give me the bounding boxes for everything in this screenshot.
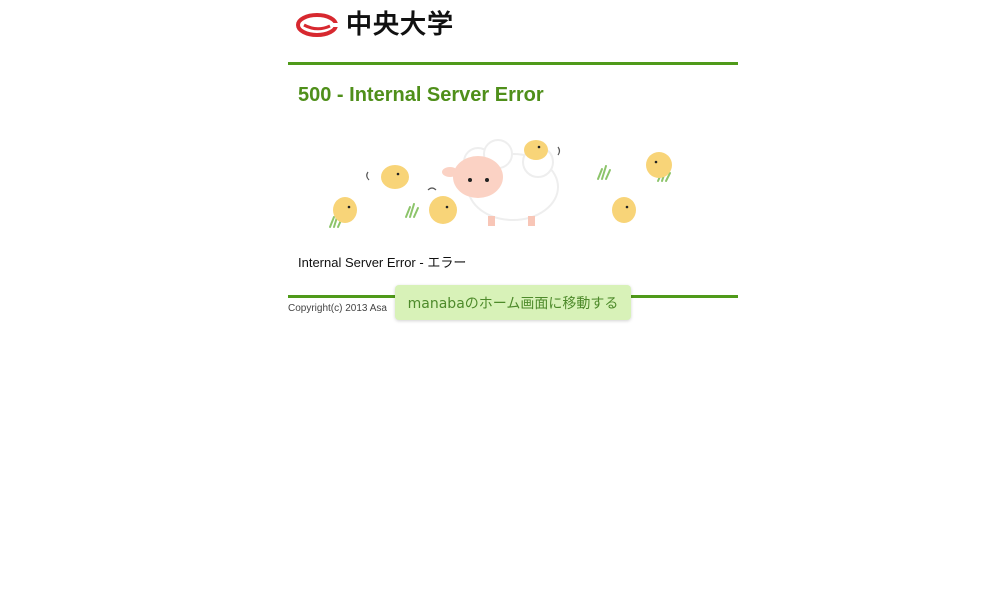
header-divider [288, 62, 738, 65]
logo-text: 中央大学 [346, 10, 455, 40]
sheep-and-chicks-illustration-icon [329, 139, 672, 228]
site-logo: 中央大学 [296, 10, 454, 40]
error-message: Internal Server Error - エラー [298, 255, 467, 270]
page-title: 500 - Internal Server Error [298, 84, 544, 106]
home-button[interactable]: manabaのホーム画面に移動する [395, 285, 631, 320]
copyright-text: Copyright(c) 2013 Asa [288, 303, 387, 314]
logo-mark-icon [296, 13, 338, 37]
error-page: 中央大学 500 - Internal Server Error Interna… [0, 0, 1000, 600]
